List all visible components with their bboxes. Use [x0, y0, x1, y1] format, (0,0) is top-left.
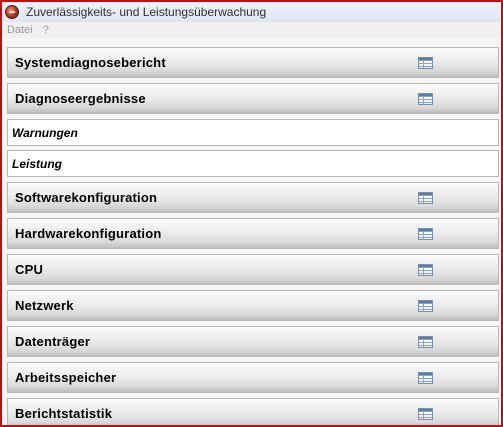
report-icon[interactable]	[418, 263, 433, 276]
report-icon[interactable]	[418, 56, 433, 69]
report-icon[interactable]	[418, 299, 433, 312]
menu-item-datei[interactable]: Datei	[2, 22, 38, 38]
title-bar: Zuverlässigkeits- und Leistungsüberwachu…	[2, 2, 501, 22]
menu-bar: Datei ?	[2, 22, 501, 38]
section-label: Systemdiagnosebericht	[15, 55, 166, 70]
section-label: Datenträger	[15, 334, 91, 349]
report-icon[interactable]	[418, 227, 433, 240]
section-datentraeger[interactable]: Datenträger	[7, 326, 499, 357]
report-icon[interactable]	[418, 371, 433, 384]
section-hardwarekonfiguration[interactable]: Hardwarekonfiguration	[7, 218, 499, 249]
section-label: Berichtstatistik	[15, 406, 113, 421]
section-arbeitsspeicher[interactable]: Arbeitsspeicher	[7, 362, 499, 393]
app-window: Zuverlässigkeits- und Leistungsüberwachu…	[0, 0, 503, 427]
section-systemdiagnosebericht[interactable]: Systemdiagnosebericht	[7, 47, 499, 78]
section-label: Arbeitsspeicher	[15, 370, 117, 385]
report-content: Systemdiagnosebericht Diagnoseergebnisse…	[2, 38, 501, 425]
section-diagnoseergebnisse[interactable]: Diagnoseergebnisse	[7, 83, 499, 114]
report-icon[interactable]	[418, 407, 433, 420]
section-label: Diagnoseergebnisse	[15, 91, 146, 106]
section-label: Netzwerk	[15, 298, 74, 313]
report-icon[interactable]	[418, 92, 433, 105]
report-icon[interactable]	[418, 191, 433, 204]
section-cpu[interactable]: CPU	[7, 254, 499, 285]
subsection-label: Leistung	[12, 156, 62, 171]
section-netzwerk[interactable]: Netzwerk	[7, 290, 499, 321]
subsection-label: Warnungen	[12, 125, 78, 140]
app-icon[interactable]	[5, 5, 19, 19]
report-icon[interactable]	[418, 335, 433, 348]
section-softwarekonfiguration[interactable]: Softwarekonfiguration	[7, 182, 499, 213]
menu-item-help[interactable]: ?	[38, 22, 54, 38]
section-berichtstatistik[interactable]: Berichtstatistik	[7, 398, 499, 425]
section-label: Hardwarekonfiguration	[15, 226, 162, 241]
subsection-warnungen[interactable]: Warnungen	[7, 119, 499, 146]
subsection-leistung[interactable]: Leistung	[7, 150, 499, 177]
section-label: CPU	[15, 262, 44, 277]
section-label: Softwarekonfiguration	[15, 190, 158, 205]
window-title: Zuverlässigkeits- und Leistungsüberwachu…	[26, 5, 267, 19]
